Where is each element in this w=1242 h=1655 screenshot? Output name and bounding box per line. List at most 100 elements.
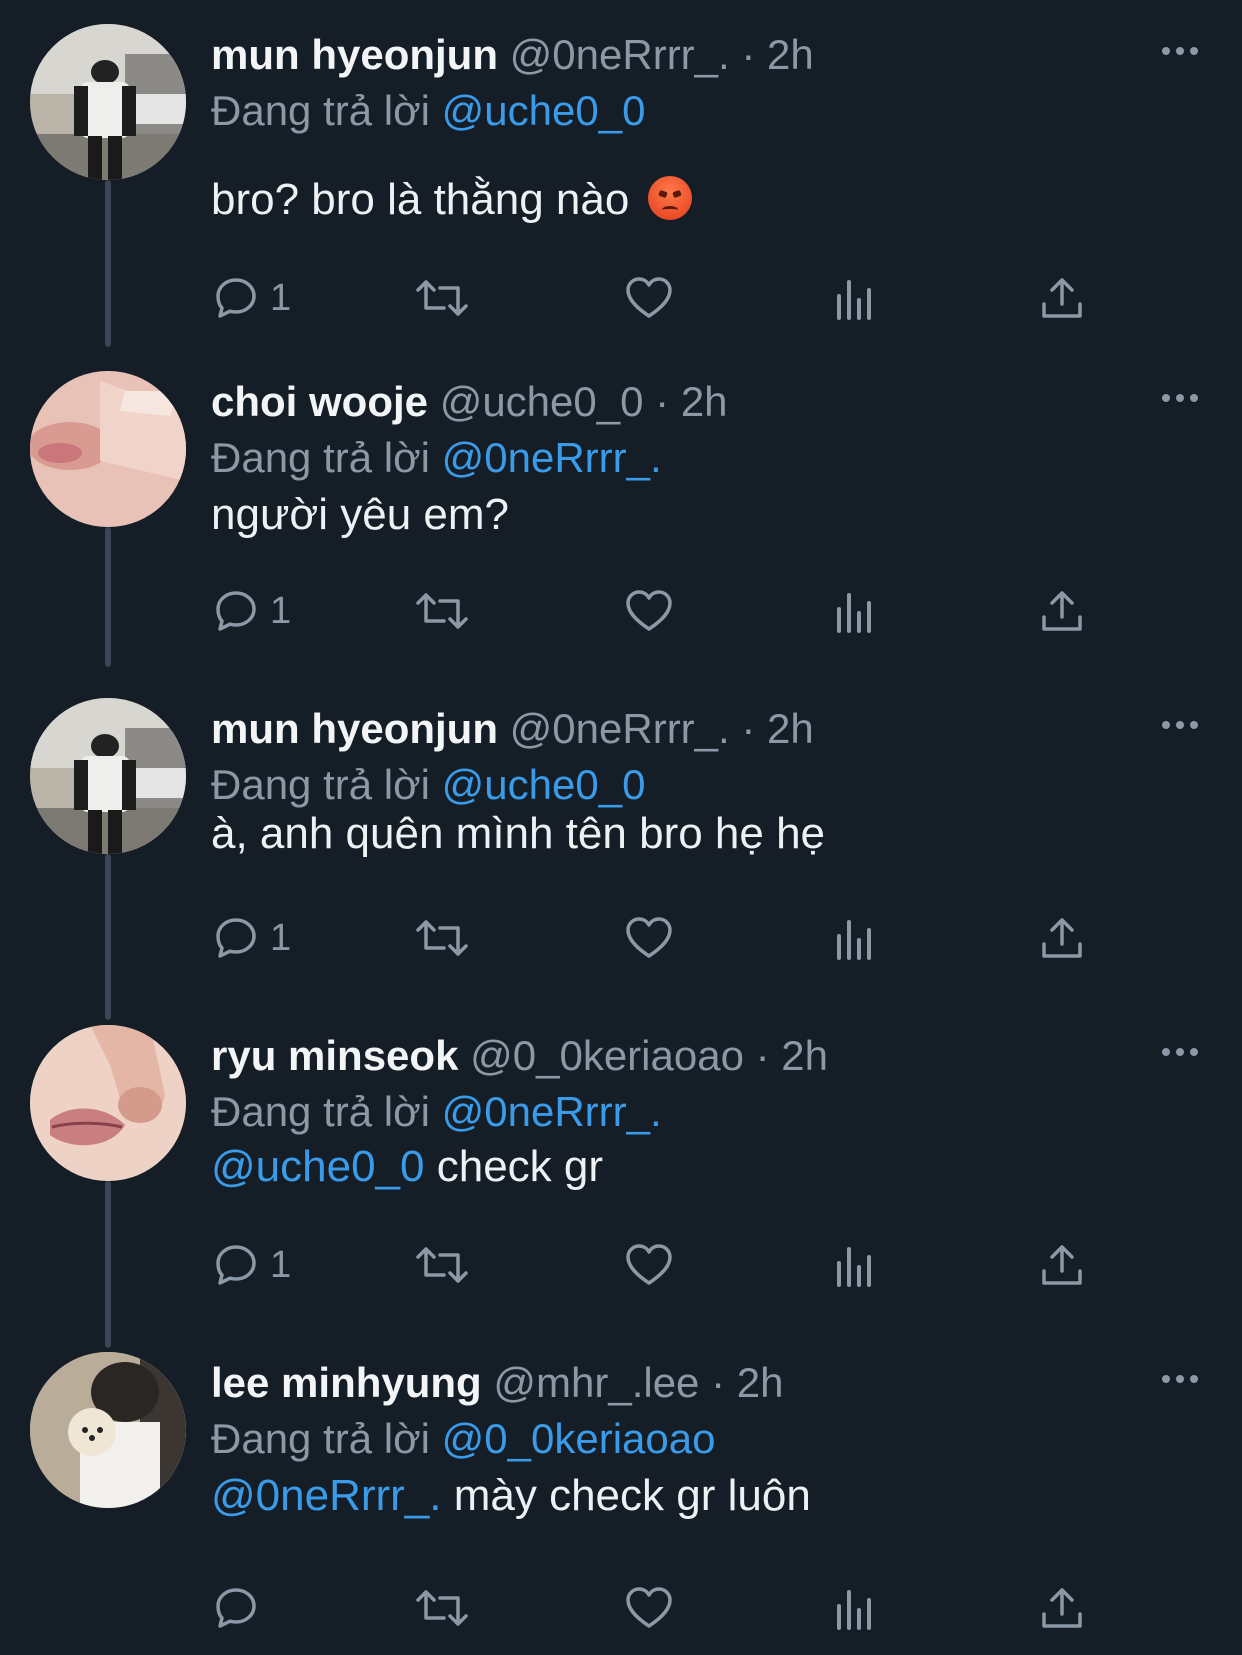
tweet[interactable]: mun hyeonjun @0neRrrr_. · 2h Đang trả lờ… (0, 0, 1242, 347)
retweet-icon (416, 1590, 468, 1626)
share-icon (1042, 1245, 1082, 1285)
tweet-text: bro? bro là thằng nào (211, 174, 692, 226)
views-icon (837, 1590, 871, 1630)
replying-mention[interactable]: @0neRrrr_. (442, 1088, 662, 1135)
replying-mention[interactable]: @0neRrrr_. (442, 434, 662, 481)
retweet-icon (416, 920, 468, 956)
tweet-text: người yêu em? (211, 489, 509, 541)
reply-icon (216, 918, 256, 958)
retweet-button[interactable] (414, 268, 470, 328)
timestamp[interactable]: 2h (767, 705, 814, 752)
views-button[interactable] (834, 908, 876, 968)
views-button[interactable] (834, 268, 876, 328)
replying-label: Đang trả lời (211, 761, 442, 808)
tweet[interactable]: choi wooje @uche0_0 · 2h Đang trả lời @0… (0, 347, 1242, 674)
share-button[interactable] (1040, 1578, 1084, 1638)
replying-to: Đang trả lời @uche0_0 (211, 760, 645, 810)
reply-count: 1 (270, 276, 292, 319)
like-button[interactable] (624, 1578, 674, 1638)
avatar[interactable] (30, 1025, 186, 1181)
avatar[interactable] (30, 1352, 186, 1508)
user-handle[interactable]: @mhr_.lee (493, 1359, 699, 1406)
tweet-text: @uche0_0 check gr (211, 1141, 603, 1193)
avatar[interactable] (30, 698, 186, 854)
tweet[interactable]: lee minhyung @mhr_.lee · 2h Đang trả lời… (0, 1328, 1242, 1655)
like-button[interactable] (624, 908, 674, 968)
tweet-header: ryu minseok @0_0keriaoao · 2h (211, 1031, 828, 1081)
share-icon (1042, 1588, 1082, 1628)
like-button[interactable] (624, 1235, 674, 1295)
body-mention[interactable]: @0neRrrr_. (211, 1471, 442, 1520)
user-handle[interactable]: @uche0_0 (440, 378, 644, 425)
tweet[interactable]: mun hyeonjun @0neRrrr_. · 2h Đang trả lờ… (0, 674, 1242, 1020)
tweet-actions (0, 1578, 1242, 1638)
tweet-header: choi wooje @uche0_0 · 2h (211, 377, 728, 427)
views-icon (837, 280, 871, 320)
share-button[interactable] (1040, 1235, 1084, 1295)
retweet-button[interactable] (414, 581, 470, 641)
replying-to: Đang trả lời @0_0keriaoao (211, 1414, 715, 1464)
like-icon (626, 917, 672, 958)
reply-button[interactable]: 1 (212, 581, 291, 641)
retweet-button[interactable] (414, 1578, 470, 1638)
separator-dot: · (741, 705, 756, 752)
tweet[interactable]: ryu minseok @0_0keriaoao · 2h Đang trả l… (0, 1001, 1242, 1348)
timestamp[interactable]: 2h (737, 1359, 784, 1406)
share-button[interactable] (1040, 268, 1084, 328)
like-icon (626, 1244, 672, 1285)
timestamp[interactable]: 2h (767, 31, 814, 78)
reply-button[interactable]: 1 (212, 1235, 291, 1295)
tweet-header: lee minhyung @mhr_.lee · 2h (211, 1358, 783, 1408)
more-icon[interactable] (1160, 44, 1200, 58)
replying-mention[interactable]: @uche0_0 (442, 87, 646, 134)
more-icon[interactable] (1160, 1372, 1200, 1386)
replying-label: Đang trả lời (211, 1415, 442, 1462)
views-button[interactable] (834, 1235, 876, 1295)
body-mention[interactable]: @uche0_0 (211, 1142, 425, 1191)
views-button[interactable] (834, 581, 876, 641)
display-name[interactable]: ryu minseok (211, 1032, 458, 1079)
avatar[interactable] (30, 24, 186, 180)
like-icon (626, 590, 672, 631)
reply-button[interactable]: 1 (212, 268, 291, 328)
share-button[interactable] (1040, 581, 1084, 641)
replying-mention[interactable]: @0_0keriaoao (442, 1415, 716, 1462)
tweet-body-text: mày check gr luôn (441, 1471, 811, 1520)
replying-to: Đang trả lời @0neRrrr_. (211, 433, 662, 483)
tweet-header: mun hyeonjun @0neRrrr_. · 2h (211, 704, 814, 754)
tweet-text: @0neRrrr_. mày check gr luôn (211, 1470, 811, 1522)
replying-mention[interactable]: @uche0_0 (442, 761, 646, 808)
reply-button[interactable]: 1 (212, 908, 291, 968)
retweet-button[interactable] (414, 1235, 470, 1295)
more-icon[interactable] (1160, 1045, 1200, 1059)
display-name[interactable]: mun hyeonjun (211, 705, 498, 752)
more-icon[interactable] (1160, 718, 1200, 732)
tweet-body-text: check gr (424, 1142, 604, 1191)
replying-to: Đang trả lời @0neRrrr_. (211, 1087, 662, 1137)
timestamp[interactable]: 2h (681, 378, 728, 425)
views-button[interactable] (834, 1578, 876, 1638)
user-handle[interactable]: @0neRrrr_. (510, 705, 730, 752)
user-handle[interactable]: @0_0keriaoao (470, 1032, 744, 1079)
tweet-body-text: à, anh quên mình tên bro hẹ hẹ (211, 809, 826, 858)
more-icon[interactable] (1160, 391, 1200, 405)
avatar[interactable] (30, 371, 186, 527)
reply-button[interactable] (212, 1578, 270, 1638)
like-icon (626, 1587, 672, 1628)
timestamp[interactable]: 2h (781, 1032, 828, 1079)
like-button[interactable] (624, 581, 674, 641)
tweet-actions: 1 (0, 268, 1242, 328)
display-name[interactable]: lee minhyung (211, 1359, 482, 1406)
like-button[interactable] (624, 268, 674, 328)
share-icon (1042, 278, 1082, 318)
reply-count: 1 (270, 1243, 292, 1286)
user-handle[interactable]: @0neRrrr_. (510, 31, 730, 78)
retweet-button[interactable] (414, 908, 470, 968)
tweet-actions: 1 (0, 908, 1242, 968)
display-name[interactable]: choi wooje (211, 378, 428, 425)
separator-dot: · (711, 1359, 726, 1406)
reply-icon (216, 1588, 256, 1628)
reply-count: 1 (270, 916, 292, 959)
display-name[interactable]: mun hyeonjun (211, 31, 498, 78)
share-button[interactable] (1040, 908, 1084, 968)
